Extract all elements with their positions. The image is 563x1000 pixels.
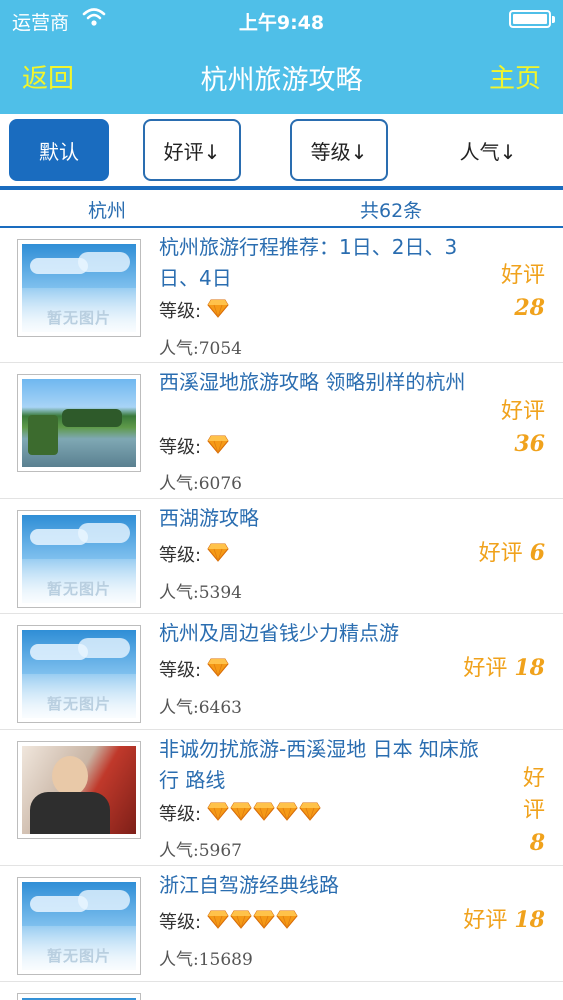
list-item-partial[interactable]	[0, 982, 563, 1000]
person-photo	[22, 746, 136, 834]
diamond-icon	[230, 802, 252, 821]
item-title: 杭州及周边省钱少力精点游	[159, 621, 399, 645]
diamond-icon	[207, 910, 229, 929]
sort-default-button[interactable]: 默认	[9, 119, 109, 181]
no-image-text: 暂无图片	[46, 947, 111, 965]
thumbnail: 暂无图片	[17, 877, 141, 975]
diamond-icon	[207, 658, 229, 677]
item-level: 等级:	[159, 433, 230, 459]
result-count: 共62条	[360, 200, 423, 222]
thumbnail: 暂无图片	[17, 510, 141, 608]
list-item[interactable]: 非诚勿扰旅游-西溪湿地 日本 知床旅行 路线 等级: 人气:5967 好评 8	[0, 730, 563, 866]
sort-popularity-button[interactable]: 人气↓	[438, 119, 538, 181]
item-level: 等级:	[159, 800, 322, 826]
item-level: 等级:	[159, 656, 230, 682]
rating-label: 好评	[463, 656, 508, 681]
item-rating: 好评 36	[501, 396, 545, 460]
rating-score: 36	[514, 431, 545, 457]
no-image-text: 暂无图片	[46, 695, 111, 713]
rating-label: 好评	[478, 541, 523, 566]
diamond-icon	[276, 910, 298, 929]
item-title: 西溪湿地旅游攻略 领略别样的杭州	[159, 370, 466, 394]
thumbnail	[17, 993, 141, 1000]
rating-score: 18	[514, 655, 545, 681]
thumbnail	[17, 741, 141, 839]
list-item[interactable]: 暂无图片 浙江自驾游经典线路 等级: 人气:15689 好评 18	[0, 866, 563, 982]
item-rating: 好评 18	[463, 904, 545, 937]
battery-icon	[509, 10, 555, 28]
diamond-icon	[253, 802, 275, 821]
city-label: 杭州	[88, 200, 127, 222]
item-level: 等级:	[159, 541, 230, 567]
diamond-icon	[207, 802, 229, 821]
item-rating: 好评 8	[505, 763, 545, 860]
item-level: 等级:	[159, 908, 299, 934]
guide-list: 暂无图片 杭州旅游行程推荐：1日、2日、3日、4日 等级: 人气:7054 好评…	[0, 228, 563, 1000]
item-level: 等级:	[159, 297, 230, 323]
nav-bar: 返回 杭州旅游攻略 主页	[0, 38, 563, 114]
rating-score: 18	[514, 907, 545, 933]
item-popularity: 人气:6463	[159, 698, 242, 718]
list-item[interactable]: 暂无图片 杭州旅游行程推荐：1日、2日、3日、4日 等级: 人气:7054 好评…	[0, 228, 563, 363]
home-button[interactable]: 主页	[489, 58, 541, 95]
diamond-icon	[207, 299, 229, 318]
item-title: 非诚勿扰旅游-西溪湿地 日本 知床旅行 路线	[159, 737, 479, 792]
diamond-icon	[207, 435, 229, 454]
status-bar: 运营商 上午9:48	[0, 0, 563, 38]
item-popularity: 人气:5967	[159, 841, 242, 861]
item-popularity: 人气:15689	[159, 950, 253, 970]
level-label: 等级:	[159, 437, 202, 458]
rating-score: 28	[514, 295, 545, 321]
item-title: 浙江自驾游经典线路	[159, 873, 339, 897]
lake-photo	[22, 379, 136, 467]
rating-label: 好评	[500, 263, 545, 288]
sort-level-button[interactable]: 等级↓	[290, 119, 388, 181]
diamond-icon	[253, 910, 275, 929]
list-item[interactable]: 西溪湿地旅游攻略 领略别样的杭州 等级: 人气:6076 好评 36	[0, 363, 563, 499]
level-label: 等级:	[159, 545, 202, 566]
thumbnail: 暂无图片	[17, 625, 141, 723]
top-bar: 运营商 上午9:48 返回 杭州旅游攻略 主页	[0, 0, 563, 114]
diamond-icon	[230, 910, 252, 929]
list-item[interactable]: 暂无图片 杭州及周边省钱少力精点游 等级: 人气:6463 好评 18	[0, 614, 563, 730]
clock: 上午9:48	[238, 12, 325, 34]
diamond-icon	[207, 543, 229, 562]
level-label: 等级:	[159, 301, 202, 322]
sort-rating-button[interactable]: 好评↓	[143, 119, 241, 181]
item-popularity: 人气:7054	[159, 339, 242, 359]
rating-label: 好评	[500, 399, 545, 424]
page-title: 杭州旅游攻略	[200, 65, 363, 96]
item-popularity: 人气:6076	[159, 474, 242, 494]
sort-bar: 默认 好评↓ 等级↓ 人气↓	[0, 114, 563, 186]
rating-label: 好评	[522, 766, 545, 823]
item-rating: 好评 18	[463, 652, 545, 685]
diamond-icon	[276, 802, 298, 821]
level-label: 等级:	[159, 912, 202, 933]
summary-bar: 杭州 共62条	[0, 190, 563, 228]
item-rating: 好评 6	[479, 537, 545, 570]
level-label: 等级:	[159, 804, 202, 825]
level-label: 等级:	[159, 660, 202, 681]
item-title: 西湖游攻略	[159, 506, 259, 530]
rating-score: 6	[529, 540, 545, 566]
item-title: 杭州旅游行程推荐：1日、2日、3日、4日	[159, 235, 458, 290]
item-popularity: 人气:5394	[159, 583, 242, 603]
no-image-text: 暂无图片	[46, 309, 111, 327]
no-image-text: 暂无图片	[46, 580, 111, 598]
rating-score: 8	[529, 830, 545, 856]
thumbnail: 暂无图片	[17, 239, 141, 337]
rating-label: 好评	[463, 908, 508, 933]
item-rating: 好评 28	[501, 260, 545, 324]
diamond-icon	[299, 802, 321, 821]
list-item[interactable]: 暂无图片 西湖游攻略 等级: 人气:5394 好评 6	[0, 499, 563, 614]
thumbnail	[17, 374, 141, 472]
